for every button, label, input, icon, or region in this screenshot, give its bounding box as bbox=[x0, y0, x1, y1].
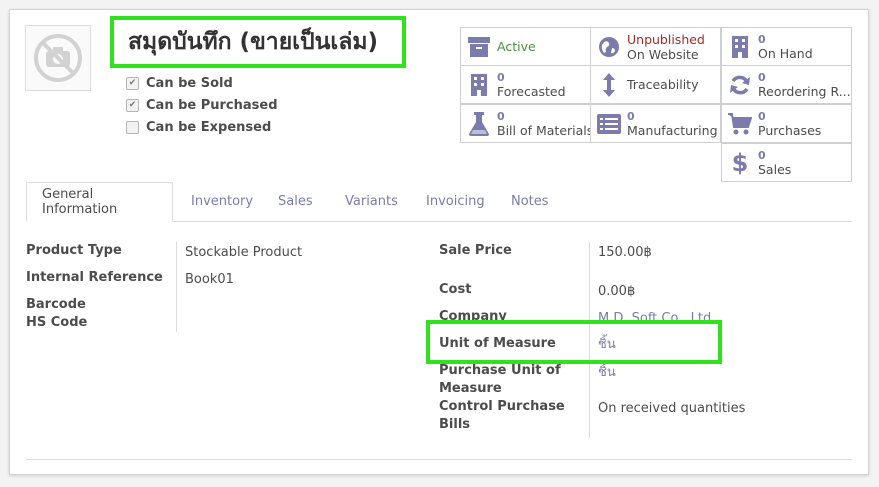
bottom-divider bbox=[26, 459, 852, 460]
notebook-tabs: General Information Inventory Sales Vari… bbox=[26, 182, 852, 222]
bom-label: Bill of Materials bbox=[497, 122, 590, 138]
reordering-label: Reordering R... bbox=[758, 83, 851, 99]
internal-reference-value[interactable]: Book01 bbox=[185, 271, 234, 289]
dollar-icon: $ bbox=[731, 148, 749, 177]
refresh-icon bbox=[722, 74, 758, 96]
can-be-expensed-label: Can be Expensed bbox=[146, 119, 272, 135]
archive-icon bbox=[461, 36, 497, 57]
sales-label: Sales bbox=[758, 161, 792, 177]
internal-reference-label: Internal Reference bbox=[26, 270, 163, 285]
can-be-expensed-option[interactable]: Can be Expensed bbox=[126, 116, 278, 138]
can-be-purchased-label: Can be Purchased bbox=[146, 97, 278, 113]
purchase-uom-label-line1: Purchase Unit of bbox=[439, 363, 561, 378]
active-button[interactable]: Active bbox=[460, 27, 591, 66]
camera-off-icon bbox=[34, 34, 82, 82]
control-policy-label: Control Purchase Bills bbox=[439, 398, 565, 434]
traceability-label: Traceability bbox=[627, 77, 699, 92]
reordering-text: 0 Reordering R... bbox=[758, 71, 851, 99]
active-label: Active bbox=[497, 39, 536, 54]
product-form-sheet: สมุดบันทึก (ขายเป็นเล่ม) ✔ Can be Sold ✔… bbox=[9, 9, 869, 475]
building-icon bbox=[722, 35, 758, 58]
reordering-button[interactable]: 0 Reordering R... bbox=[721, 65, 852, 104]
manufacturing-button[interactable]: 0 Manufacturing bbox=[590, 104, 721, 143]
manufacturing-count: 0 bbox=[627, 109, 635, 123]
can-be-purchased-option[interactable]: ✔ Can be Purchased bbox=[126, 94, 278, 116]
barcode-label: Barcode bbox=[26, 297, 86, 312]
title-highlight-box: สมุดบันทึก (ขายเป็นเล่ม) bbox=[110, 16, 406, 68]
forecasted-button[interactable]: 0 Forecasted bbox=[460, 65, 591, 104]
tab-general-information[interactable]: General Information bbox=[26, 182, 173, 222]
purchases-button[interactable]: 0 Purchases bbox=[721, 104, 852, 143]
product-type-value[interactable]: Stockable Product bbox=[185, 244, 302, 262]
traceability-button[interactable]: Traceability bbox=[590, 65, 721, 104]
tab-inventory[interactable]: Inventory bbox=[176, 182, 268, 221]
purchase-uom-label: Purchase Unit of Measure bbox=[439, 362, 561, 398]
arrows-vertical-icon bbox=[591, 72, 627, 97]
manufacturing-text: 0 Manufacturing bbox=[627, 110, 718, 138]
sales-text: 0 Sales bbox=[758, 149, 791, 177]
flask-icon bbox=[461, 111, 497, 136]
cost-label: Cost bbox=[439, 282, 472, 297]
on-hand-button[interactable]: 0 On Hand bbox=[721, 27, 852, 66]
tab-variants[interactable]: Variants bbox=[330, 182, 413, 221]
uom-highlight-box bbox=[426, 320, 722, 364]
bill-of-materials-button[interactable]: 0 Bill of Materials bbox=[460, 104, 591, 143]
sale-price-value[interactable]: 150.00฿ bbox=[598, 244, 652, 262]
website-text: Unpublished On Website bbox=[627, 32, 705, 62]
left-group-separator bbox=[176, 242, 177, 332]
hs-code-label: HS Code bbox=[26, 315, 88, 330]
control-policy-label-line2: Bills bbox=[439, 417, 471, 432]
forecasted-text: 0 Forecasted bbox=[497, 71, 566, 99]
product-image[interactable] bbox=[25, 25, 91, 91]
cost-value[interactable]: 0.00฿ bbox=[598, 283, 635, 301]
tab-notes[interactable]: Notes bbox=[496, 182, 564, 221]
bom-count: 0 bbox=[497, 109, 505, 123]
control-policy-label-line1: Control Purchase bbox=[439, 399, 565, 414]
reordering-count: 0 bbox=[758, 70, 766, 84]
forecasted-label: Forecasted bbox=[497, 83, 566, 99]
purchase-uom-label-line2: Measure bbox=[439, 381, 502, 396]
product-name[interactable]: สมุดบันทึก (ขายเป็นเล่ม) bbox=[128, 24, 378, 60]
on-hand-label: On Hand bbox=[758, 45, 813, 61]
product-type-label: Product Type bbox=[26, 243, 122, 258]
globe-icon bbox=[591, 36, 627, 58]
can-be-expensed-checkbox[interactable] bbox=[126, 120, 139, 134]
can-be-purchased-checkbox[interactable]: ✔ bbox=[126, 98, 139, 112]
cart-icon bbox=[722, 112, 758, 135]
forecasted-count: 0 bbox=[497, 70, 505, 84]
building-icon bbox=[461, 73, 497, 96]
website-label: On Website bbox=[627, 46, 699, 62]
website-button[interactable]: Unpublished On Website bbox=[590, 27, 721, 66]
tab-invoicing[interactable]: Invoicing bbox=[411, 182, 500, 221]
list-icon bbox=[591, 113, 627, 134]
on-hand-text: 0 On Hand bbox=[758, 33, 813, 61]
sales-count: 0 bbox=[758, 148, 766, 162]
website-status: Unpublished bbox=[627, 31, 705, 47]
manufacturing-label: Manufacturing bbox=[627, 122, 718, 138]
can-be-sold-checkbox[interactable]: ✔ bbox=[126, 76, 139, 90]
can-be-sold-option[interactable]: ✔ Can be Sold bbox=[126, 72, 278, 94]
on-hand-count: 0 bbox=[758, 32, 766, 46]
tab-sales[interactable]: Sales bbox=[263, 182, 328, 221]
purchase-uom-value[interactable]: ชิ้น bbox=[598, 364, 616, 382]
can-be-sold-label: Can be Sold bbox=[146, 75, 233, 91]
bom-text: 0 Bill of Materials bbox=[497, 110, 590, 138]
purchases-count: 0 bbox=[758, 109, 766, 123]
product-options: ✔ Can be Sold ✔ Can be Purchased Can be … bbox=[126, 72, 278, 138]
purchases-text: 0 Purchases bbox=[758, 110, 821, 138]
purchases-label: Purchases bbox=[758, 122, 822, 138]
sales-button[interactable]: $ 0 Sales bbox=[721, 143, 852, 182]
control-policy-value[interactable]: On received quantities bbox=[598, 400, 745, 418]
sale-price-label: Sale Price bbox=[439, 243, 512, 258]
